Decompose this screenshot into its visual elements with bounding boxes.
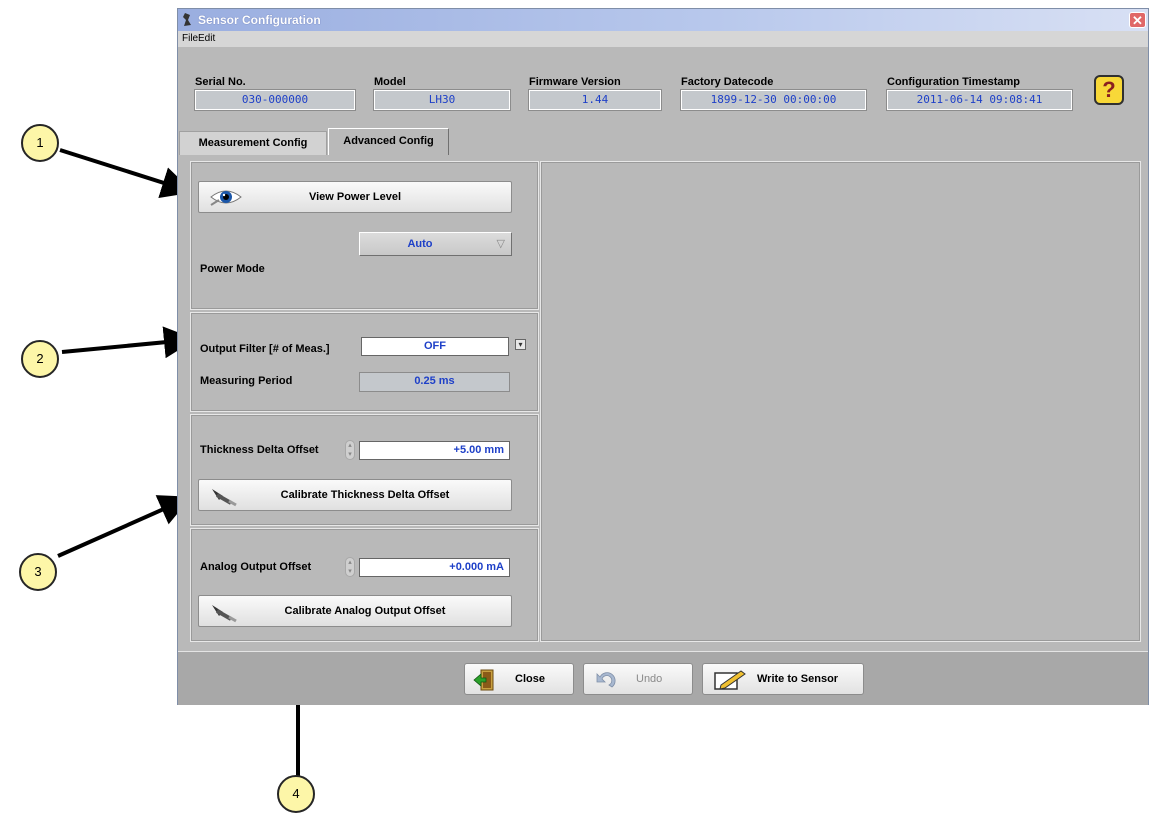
chevron-down-icon: ▽ <box>496 238 505 250</box>
undo-button[interactable]: Undo <box>583 663 693 695</box>
tab-measurement-config[interactable]: Measurement Config <box>179 131 327 155</box>
question-mark-icon: ? <box>1102 77 1116 102</box>
power-mode-value: Auto <box>407 238 433 250</box>
thickness-offset-label: Thickness Delta Offset <box>200 444 319 456</box>
output-filter-label: Output Filter [# of Meas.] <box>200 343 330 355</box>
chevron-down-icon: ▾ <box>518 340 523 349</box>
door-exit-icon <box>473 669 494 691</box>
model-label: Model <box>374 76 406 88</box>
help-button[interactable]: ? <box>1094 75 1124 105</box>
window-close-button[interactable]: ✕ <box>1129 12 1146 28</box>
callout-2: 2 <box>21 340 59 378</box>
output-filter-field[interactable]: OFF <box>361 337 509 356</box>
callout-1: 1 <box>21 124 59 162</box>
output-filter-dropdown-button[interactable]: ▾ <box>515 339 526 350</box>
analog-offset-input[interactable]: +0.000 mA <box>359 558 510 577</box>
power-mode-label: Power Mode <box>200 263 265 275</box>
undo-arrow-icon <box>596 672 616 688</box>
write-to-sensor-label: Write to Sensor <box>757 673 839 685</box>
tab-advanced-config[interactable]: Advanced Config <box>328 128 449 155</box>
sensor-config-window: Sensor Configuration ✕ File Edit Serial … <box>177 8 1149 705</box>
measuring-period-value: 0.25 ms <box>359 372 510 392</box>
title-bar[interactable]: Sensor Configuration ✕ <box>178 9 1148 31</box>
caliper-icon <box>212 605 237 623</box>
undo-label: Undo <box>636 673 663 685</box>
eye-icon <box>210 190 242 206</box>
callout-arrow-3 <box>57 495 192 558</box>
callout-3: 3 <box>19 553 57 591</box>
window-title: Sensor Configuration <box>198 13 321 27</box>
thickness-offset-input[interactable]: +5.00 mm <box>359 441 510 460</box>
datecode-label: Factory Datecode <box>681 76 774 88</box>
callout-arrow-1 <box>59 148 194 198</box>
graph-panel <box>540 161 1141 642</box>
calibrate-thickness-label: Calibrate Thickness Delta Offset <box>280 489 450 501</box>
measuring-period-label: Measuring Period <box>200 375 293 387</box>
menu-file[interactable]: File <box>182 33 198 44</box>
calibrate-analog-label: Calibrate Analog Output Offset <box>284 605 446 617</box>
firmware-value: 1.44 <box>528 89 662 111</box>
view-power-level-button[interactable]: View Power Level <box>198 181 512 213</box>
menu-bar: File Edit <box>178 31 1148 47</box>
calibrate-analog-button[interactable]: Calibrate Analog Output Offset <box>198 595 512 627</box>
timestamp-value: 2011-06-14 09:08:41 <box>886 89 1073 111</box>
firmware-label: Firmware Version <box>529 76 621 88</box>
calibrate-thickness-button[interactable]: Calibrate Thickness Delta Offset <box>198 479 512 511</box>
output-panel <box>190 312 539 412</box>
datecode-value: 1899-12-30 00:00:00 <box>680 89 867 111</box>
analog-offset-label: Analog Output Offset <box>200 561 312 573</box>
close-label: Close <box>515 673 545 685</box>
model-value: LH30 <box>373 89 511 111</box>
thickness-offset-spinner[interactable]: ▴ ▾ <box>345 440 355 460</box>
power-mode-select[interactable]: Auto ▽ <box>359 232 512 256</box>
serial-label: Serial No. <box>195 76 246 88</box>
pencil-write-icon <box>714 670 746 690</box>
serial-value: 030-000000 <box>194 89 356 111</box>
caliper-icon <box>212 489 237 507</box>
timestamp-label: Configuration Timestamp <box>887 76 1021 88</box>
callout-arrow-2 <box>61 326 196 359</box>
menu-edit[interactable]: Edit <box>198 33 215 44</box>
view-power-level-label: View Power Level <box>308 191 402 203</box>
app-icon <box>183 13 191 26</box>
write-to-sensor-button[interactable]: Write to Sensor <box>702 663 864 695</box>
close-button[interactable]: Close <box>464 663 574 695</box>
callout-4: 4 <box>277 775 315 813</box>
analog-offset-spinner[interactable]: ▴ ▾ <box>345 557 355 577</box>
